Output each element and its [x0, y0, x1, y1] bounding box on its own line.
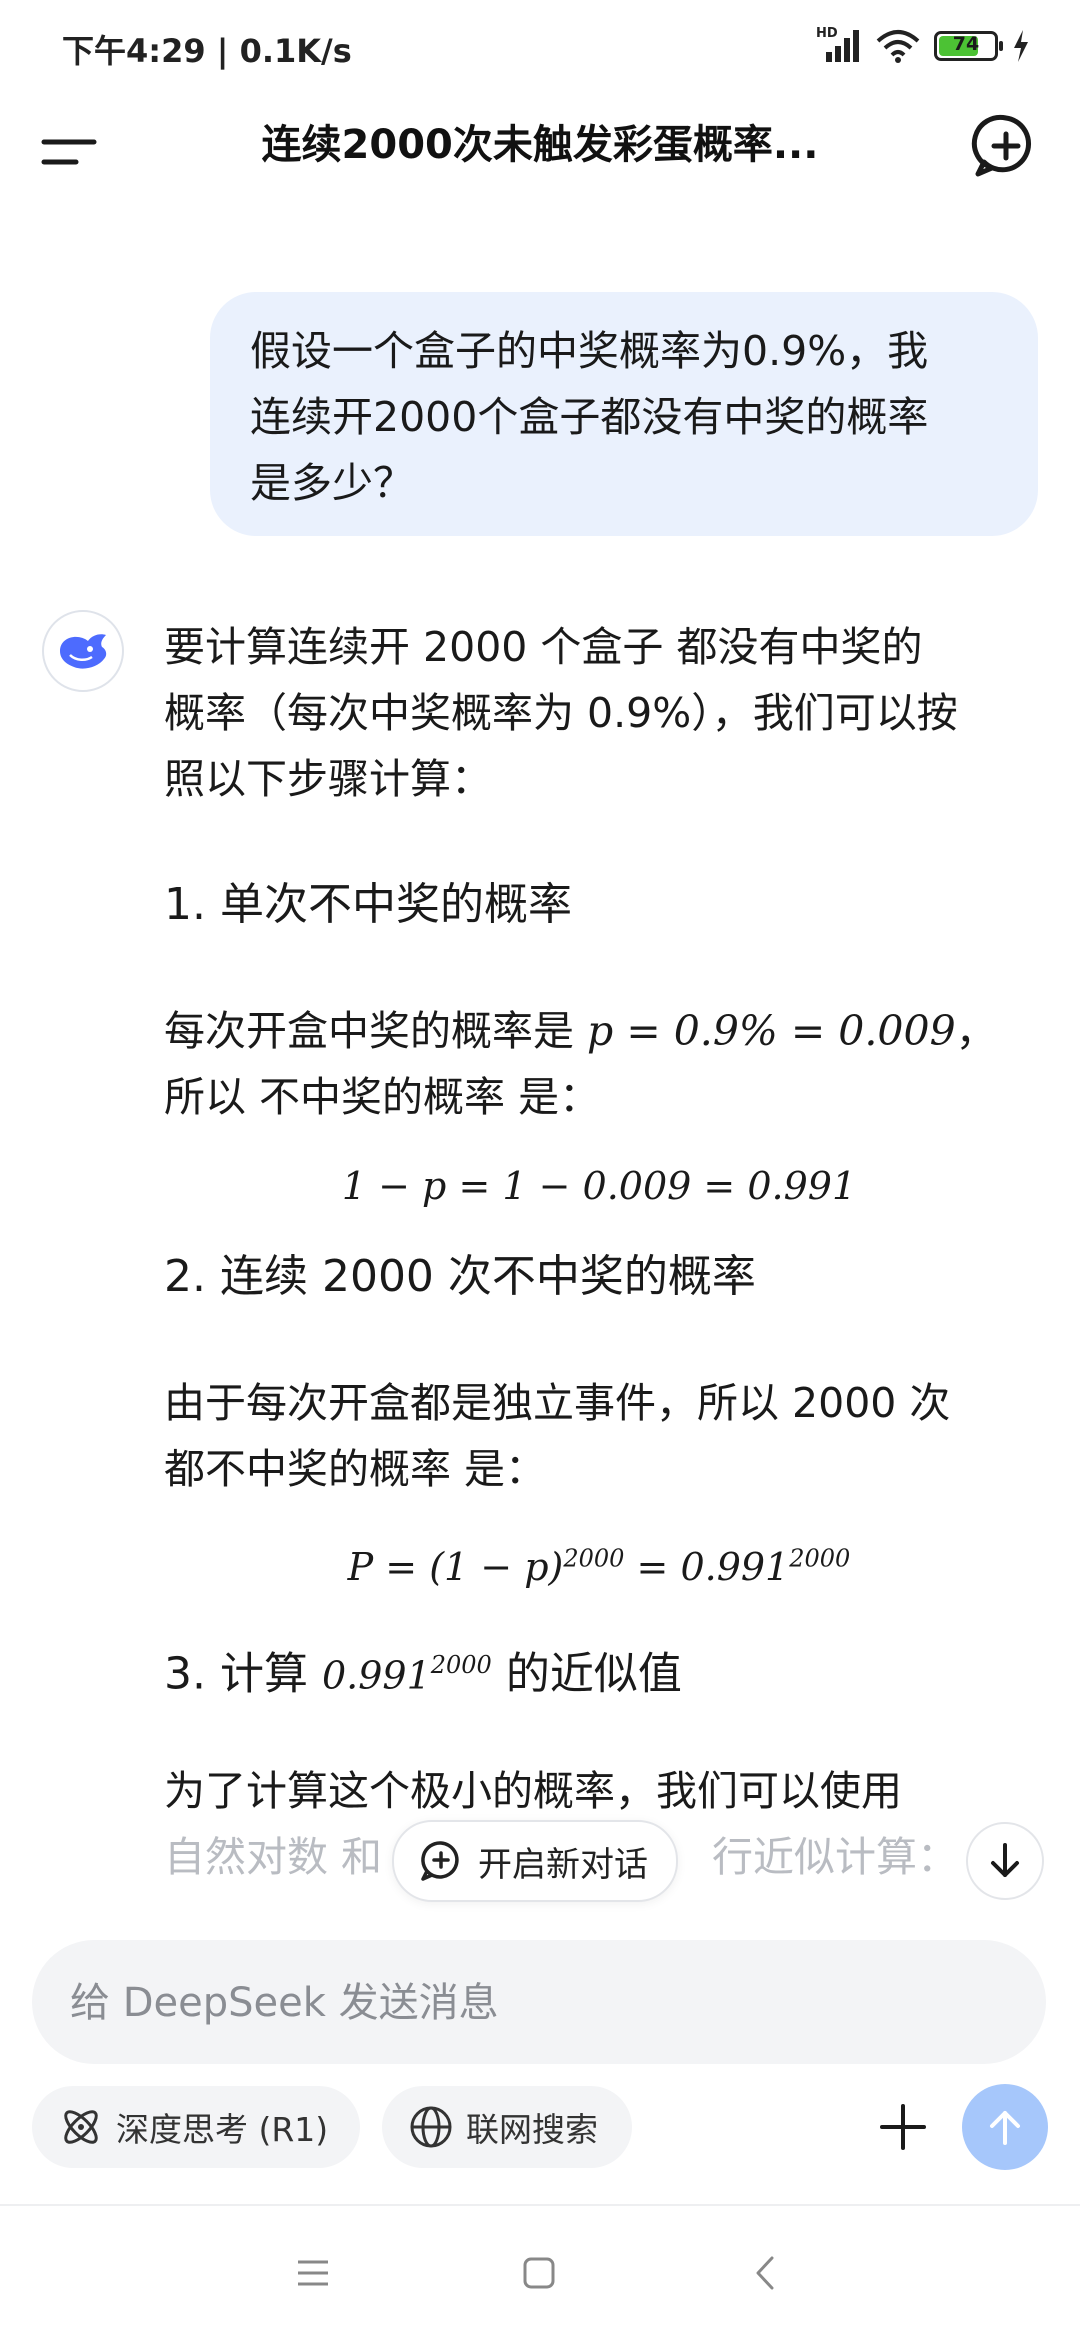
nav-menu-button[interactable] — [290, 2250, 336, 2296]
app-header: 连续2000次未触发彩蛋概率... — [0, 92, 1080, 224]
deepseek-avatar — [42, 610, 124, 692]
menu-icon — [41, 139, 97, 165]
status-time: 下午4:29 | 0.1K/s — [62, 32, 352, 70]
equation-text: P = (1 − p) — [347, 1544, 564, 1589]
message-composer — [32, 1940, 1046, 2064]
scroll-to-bottom-button[interactable] — [966, 1822, 1044, 1900]
battery-icon: 74 — [934, 31, 1003, 61]
equation-exponent: 2000 — [789, 1544, 851, 1572]
deep-think-toggle[interactable]: 深度思考 (R1) — [32, 2086, 360, 2168]
equation-block: 1 − p = 1 − 0.009 = 0.991 — [164, 1164, 1034, 1208]
user-message-line: 是多少？ — [250, 459, 414, 507]
equation-text: 1 − p = 1 − 0.009 = 0.991 — [341, 1164, 857, 1208]
nav-home-button[interactable] — [516, 2250, 562, 2296]
answer-line: 所以 不中奖的概率 是： — [164, 1073, 601, 1121]
answer-text: 每次开盒中奖的概率是 — [164, 1007, 588, 1055]
wifi-icon — [876, 30, 920, 63]
heading-text: 的近似值 — [491, 1648, 682, 1700]
arrow-down-icon — [991, 1843, 1019, 1877]
web-search-label: 联网搜索 — [466, 2110, 598, 2149]
new-dialog-button[interactable]: 开启新对话 — [392, 1820, 678, 1902]
answer-line: 每次开盒中奖的概率是 p = 0.9% = 0.009， — [164, 998, 1034, 1064]
equation-block: P = (1 − p)2000 = 0.9912000 — [164, 1544, 1034, 1589]
nav-back-icon — [756, 2256, 774, 2290]
message-input[interactable] — [68, 1962, 972, 2044]
answer-line: 为了计算这个极小的概率，我们可以使用 — [164, 1767, 902, 1815]
new-chat-button[interactable] — [966, 106, 1046, 186]
answer-line: 照以下步骤计算： — [164, 755, 492, 803]
answer-line: 由于每次开盒都是独立事件，所以 2000 次 — [164, 1379, 951, 1427]
user-message-line: 连续开2000个盒子都没有中奖的概率 — [250, 393, 929, 441]
section-heading: 2. 连续 2000 次不中奖的概率 — [164, 1251, 756, 1302]
whale-logo-icon — [60, 634, 107, 669]
inline-math: 0.991 — [321, 1653, 431, 1698]
equation-exponent: 2000 — [563, 1544, 625, 1572]
status-bar: 下午4:29 | 0.1K/s HD 74 — [0, 0, 1080, 92]
attach-button[interactable] — [862, 2086, 944, 2168]
section-heading: 1. 单次不中奖的概率 — [164, 879, 572, 930]
equation-text: = 0.991 — [624, 1544, 790, 1589]
inline-math-exponent: 2000 — [430, 1651, 492, 1679]
menu-button[interactable] — [40, 120, 104, 184]
nav-back-button[interactable] — [742, 2250, 788, 2296]
globe-icon — [410, 2106, 452, 2148]
inline-math: p = 0.9% = 0.009 — [587, 1007, 956, 1055]
nav-home-icon — [523, 2257, 555, 2289]
web-search-toggle[interactable]: 联网搜索 — [382, 2086, 632, 2168]
user-message-bubble[interactable]: 假设一个盒子的中奖概率为0.9%，我 连续开2000个盒子都没有中奖的概率 是多… — [210, 292, 1038, 536]
answer-line: 都不中奖的概率 是： — [164, 1445, 547, 1493]
send-button[interactable] — [962, 2084, 1048, 2170]
arrow-up-icon — [990, 2111, 1020, 2145]
system-nav-bar — [0, 2206, 1080, 2340]
user-message-line: 假设一个盒子的中奖概率为0.9%，我 — [250, 327, 929, 375]
chat-plus-icon — [421, 1841, 459, 1881]
answer-text: 行近似计算： — [712, 1833, 959, 1881]
cellular-signal-icon: HD — [816, 26, 862, 64]
plus-icon — [880, 2104, 926, 2150]
conversation-title[interactable]: 连续2000次未触发彩蛋概率... — [150, 112, 930, 170]
answer-line: 要计算连续开 2000 个盒子 都没有中奖的 — [164, 623, 923, 671]
answer-text: ， — [955, 1007, 997, 1055]
answer-text: 自然对数 和 — [164, 1833, 383, 1881]
heading-text: 3. 计算 — [164, 1648, 322, 1700]
chat-plus-icon — [971, 114, 1032, 177]
charging-icon — [1014, 30, 1028, 62]
answer-line: 概率（每次中奖概率为 0.9%），我们可以按 — [164, 689, 958, 737]
deep-think-label: 深度思考 (R1) — [116, 2110, 329, 2149]
status-icons: HD 74 — [816, 26, 1030, 66]
nav-menu-icon — [298, 2260, 328, 2286]
new-dialog-label: 开启新对话 — [478, 1844, 648, 1885]
network-type-label: HD — [816, 26, 838, 41]
section-heading: 3. 计算 0.9912000 的近似值 — [164, 1632, 682, 1709]
battery-level-text: 74 — [952, 33, 980, 55]
atom-icon — [64, 2110, 98, 2144]
